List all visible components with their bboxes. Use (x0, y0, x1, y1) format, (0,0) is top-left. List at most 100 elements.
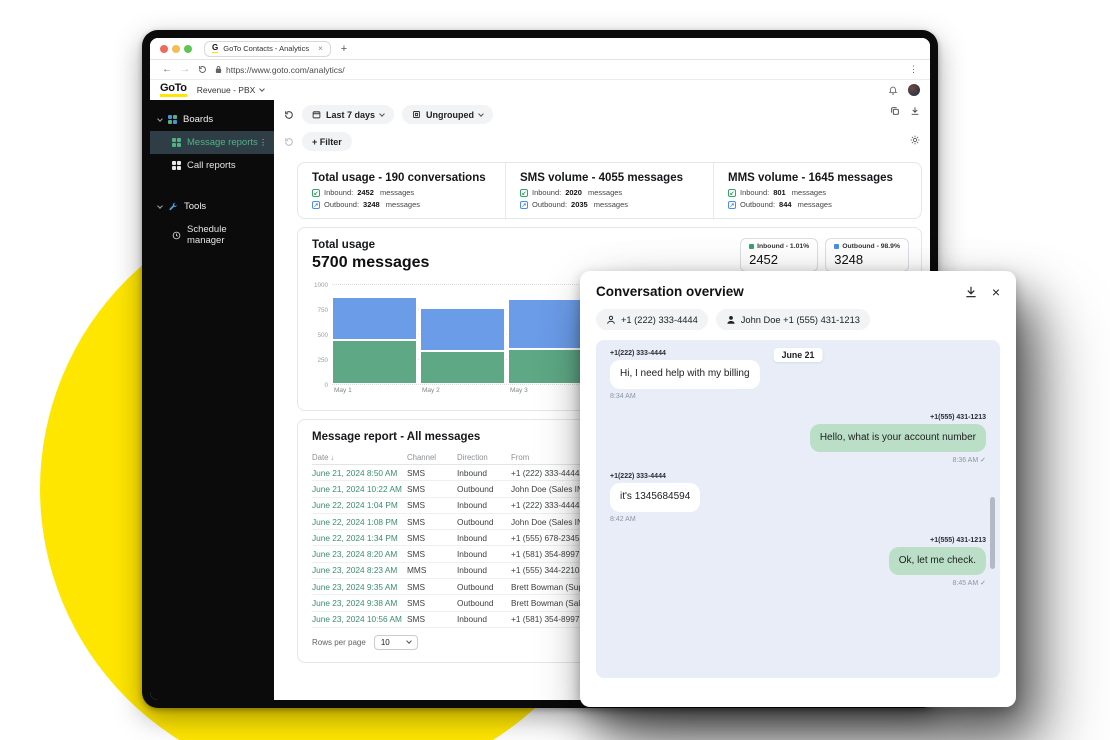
user-avatar[interactable] (908, 84, 920, 96)
browser-tab[interactable]: G GoTo Contacts - Analytics × (204, 41, 331, 57)
message-sender: +1(555) 431-1213 (930, 537, 986, 544)
add-filter-label: + Filter (312, 137, 342, 147)
message-time: 8:45 AM ✓ (953, 579, 987, 587)
cell-direction: Inbound (457, 500, 511, 510)
group-icon (412, 110, 421, 119)
cell-date: June 22, 2024 1:04 PM (312, 500, 407, 510)
address-bar[interactable]: https://www.goto.com/analytics/ (215, 65, 345, 75)
cell-date: June 23, 2024 8:23 AM (312, 565, 407, 575)
outbound-icon: ↗ (728, 201, 736, 209)
person-filled-icon (726, 315, 736, 325)
sidebar-group-boards[interactable]: Boards (150, 108, 274, 131)
sort-desc-icon[interactable]: ↓ (328, 453, 334, 462)
message-time: 8:42 AM (610, 516, 636, 523)
back-icon[interactable]: ← (162, 64, 172, 75)
message-time: 8:36 AM ✓ (953, 456, 987, 464)
inbound-segment (420, 351, 505, 384)
item-menu-icon[interactable]: ⋮ (259, 138, 267, 147)
close-icon[interactable]: × (992, 285, 1000, 299)
direction-count: 844 (779, 200, 792, 209)
cell-date: June 23, 2024 10:56 AM (312, 614, 407, 624)
sidebar-item-message-reports[interactable]: Message reports ⋮ (150, 131, 274, 154)
modal-title: Conversation overview (596, 284, 964, 299)
summary-section: Total usage - 190 conversations ↙Inbound:… (298, 163, 505, 218)
direction-label: Inbound: (324, 188, 353, 197)
maximize-window-button[interactable] (184, 45, 192, 53)
summary-section: SMS volume - 4055 messages↙Inbound: 2020… (505, 163, 713, 218)
notifications-bell-icon[interactable] (888, 85, 898, 95)
cell-direction: Inbound (457, 565, 511, 575)
new-tab-button[interactable]: + (341, 43, 347, 55)
sidebar-group-tools[interactable]: Tools (150, 195, 274, 218)
goto-logo[interactable]: GoTo (160, 83, 187, 97)
sidebar-item-label: Message reports (187, 137, 258, 148)
refresh-icon[interactable] (284, 110, 294, 120)
cell-channel: MMS (407, 565, 457, 575)
column-header-channel[interactable]: Channel (407, 453, 457, 462)
chevron-down-icon (379, 111, 385, 117)
summary-line: ↙Inbound: 2452 messages (312, 188, 491, 197)
copy-icon[interactable] (890, 106, 900, 116)
browser-urlbar: ← → https://www.goto.com/analytics/ ⋮ (150, 60, 930, 80)
message-sender: +1(222) 333-4444 (610, 473, 666, 480)
message-time: 8:34 AM (610, 393, 636, 400)
participant-chip-agent[interactable]: John Doe +1 (555) 431-1213 (716, 309, 870, 330)
cell-direction: Outbound (457, 484, 511, 494)
legend-label-row: Inbound - 1.01% (749, 243, 809, 250)
browser-tabbar: G GoTo Contacts - Analytics × + (150, 38, 930, 60)
reload-icon[interactable] (198, 65, 207, 74)
outbound-icon: ↗ (312, 201, 320, 209)
legend-label: Inbound - 1.01% (757, 243, 809, 250)
tab-close-icon[interactable]: × (318, 44, 323, 53)
column-header-date[interactable]: Date ↓ (312, 453, 407, 462)
delivered-check-icon: ✓ (978, 580, 986, 587)
summary-title: Total usage - 190 conversations (312, 172, 491, 184)
chat-message: +1(222) 333-4444it's 13456845948:42 AM (610, 473, 986, 523)
call-reports-icon (172, 161, 181, 170)
direction-unit: messages (586, 188, 622, 197)
bar-may-2 (420, 308, 505, 384)
participant-chip-customer[interactable]: +1 (222) 333-4444 (596, 309, 708, 330)
summary-line: ↙Inbound: 801 messages (728, 188, 907, 197)
url-text: https://www.goto.com/analytics/ (226, 65, 345, 75)
date-range-label: Last 7 days (326, 110, 375, 120)
outbound-segment (332, 297, 417, 340)
window-controls[interactable] (160, 45, 192, 53)
sidebar-item-call-reports[interactable]: Call reports (150, 154, 274, 177)
sidebar-item-schedule-manager[interactable]: Schedule manager (150, 218, 274, 252)
cell-direction: Inbound (457, 614, 511, 624)
chat-message: +1(555) 431-1213Ok, let me check.8:45 AM… (610, 537, 986, 588)
direction-unit: messages (592, 200, 628, 209)
column-header-direction[interactable]: Direction (457, 453, 511, 462)
settings-gear-icon[interactable] (910, 135, 920, 145)
inbound-icon: ↙ (520, 189, 528, 197)
direction-label: Outbound: (740, 200, 775, 209)
message-sender: +1(555) 431-1213 (930, 414, 986, 421)
download-conversation-icon[interactable] (964, 285, 978, 299)
cell-channel: SMS (407, 517, 457, 527)
cell-direction: Outbound (457, 517, 511, 527)
date-range-filter[interactable]: Last 7 days (302, 105, 394, 124)
grouping-label: Ungrouped (426, 110, 474, 120)
lock-icon (215, 65, 222, 74)
workspace-selector[interactable]: Revenue - PBX (197, 85, 265, 95)
y-axis-tick: 0 (310, 382, 328, 389)
browser-menu-icon[interactable]: ⋮ (909, 64, 918, 75)
boards-icon (168, 115, 177, 124)
conversation-overview-modal: Conversation overview × +1 (222) 333-444… (580, 271, 1016, 707)
close-window-button[interactable] (160, 45, 168, 53)
download-icon[interactable] (910, 106, 920, 116)
rows-per-page-select[interactable]: 10 (374, 635, 418, 650)
chevron-down-icon (478, 111, 484, 117)
chat-scrollbar[interactable] (990, 497, 995, 569)
summary-title: MMS volume - 1645 messages (728, 172, 907, 184)
minimize-window-button[interactable] (172, 45, 180, 53)
outbound-segment (420, 308, 505, 351)
grouping-filter[interactable]: Ungrouped (402, 105, 493, 124)
y-axis-tick: 250 (310, 357, 328, 364)
add-filter-button[interactable]: + Filter (302, 132, 352, 151)
summary-line: ↗Outbound: 2035 messages (520, 200, 699, 209)
forward-icon[interactable]: → (180, 64, 190, 75)
rows-per-page-label: Rows per page (312, 638, 366, 647)
app-header: GoTo Revenue - PBX (150, 80, 930, 100)
